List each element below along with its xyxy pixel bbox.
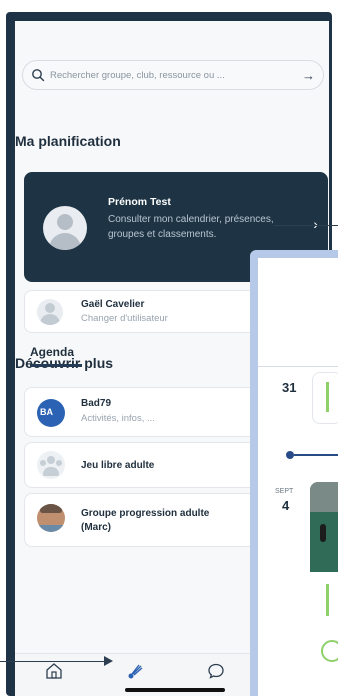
club-name: Bad79 [81, 398, 112, 409]
arrow-right-icon[interactable]: → [302, 68, 315, 83]
group-icon [37, 451, 65, 479]
agenda-screen-preview [250, 250, 338, 696]
home-indicator [125, 688, 225, 692]
tab-agenda[interactable]: Agenda [30, 345, 74, 359]
group-name: Jeu libre adulte [81, 460, 155, 471]
search-icon [31, 68, 45, 82]
date-month: SEPT [275, 488, 294, 495]
connector-line [0, 661, 110, 662]
arrow-head-icon [104, 656, 113, 666]
timeline-line [294, 454, 338, 456]
chevron-right-icon: › [313, 216, 318, 232]
group-name: Groupe progression adulte (Marc) [81, 508, 210, 533]
club-logo: BA [37, 399, 65, 427]
search-bar[interactable]: Rechercher groupe, club, ressource ou ..… [22, 60, 324, 90]
tab-active-indicator [30, 364, 82, 367]
user-subtitle: Changer d'utilisateur [81, 313, 168, 324]
connector-line [274, 225, 338, 226]
home-icon[interactable] [45, 662, 63, 685]
planning-title: Ma planification [15, 133, 121, 149]
event-photo[interactable] [310, 482, 338, 572]
event-card[interactable] [312, 372, 338, 424]
profile-name: Prénom Test [108, 196, 171, 208]
badminton-shuttle-icon[interactable] [127, 662, 145, 685]
user-avatar [37, 299, 63, 325]
event-status-bar [326, 382, 329, 412]
date-day: 31 [282, 380, 297, 395]
timeline-dot [286, 451, 294, 459]
profile-description: Consulter mon calendrier, présences, gro… [108, 214, 274, 240]
chat-icon[interactable] [207, 662, 225, 685]
club-subtitle: Activités, infos, ... [81, 413, 155, 424]
event-status-bar [326, 584, 329, 616]
divider [258, 366, 338, 367]
group-photo [37, 504, 65, 532]
avatar [43, 206, 87, 250]
search-input[interactable]: Rechercher groupe, club, ressource ou ..… [50, 70, 302, 81]
user-name: Gaël Cavelier [81, 299, 145, 310]
date-day: 4 [282, 498, 290, 513]
check-circle-icon[interactable] [321, 640, 338, 662]
